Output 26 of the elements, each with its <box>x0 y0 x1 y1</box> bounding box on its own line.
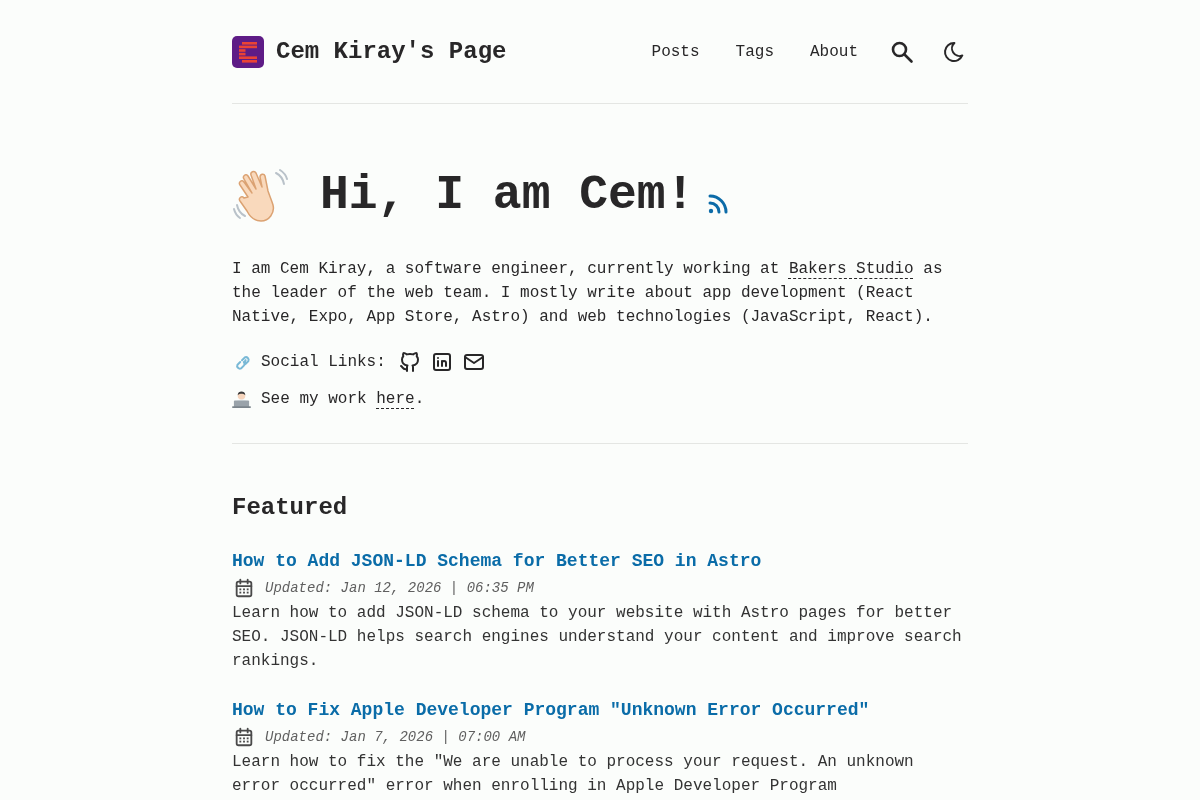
nav-link[interactable]: Tags <box>735 40 774 64</box>
post-title-link[interactable]: How to Add JSON-LD Schema for Better SEO in Astro <box>232 547 968 575</box>
intro-paragraph: I am Cem Kiray, a software engineer, currently working at Bakers Studio as the leader of the web team. I mostly write about app development (React Native, Expo, App Store, Astro) and web technologies (JavaScript, React). <box>232 259 944 328</box>
site-title[interactable]: Cem Kiray's Page <box>276 36 507 68</box>
section-heading: Featured <box>232 493 349 523</box>
post-description: Learn how to add JSON-LD schema to your website with Astro pages for better SEO. JSON-LD helps search engines understand your content and improve search rankings. <box>232 603 963 672</box>
search-icon[interactable] <box>890 40 914 64</box>
post-date: Updated: Jan 12, 2026 | 06:35 PM <box>265 579 534 598</box>
calendar-icon <box>233 726 255 748</box>
calendar-icon <box>233 577 255 599</box>
work-note: See my work here. <box>261 389 425 410</box>
work-link[interactable]: here <box>376 390 415 408</box>
waving-hand-icon <box>232 167 288 223</box>
post-description: Learn how to fix the "We are unable to process your request. An unknown error occurred" error when enrolling in Apple Developer Program <box>232 752 915 797</box>
post-date: Updated: Jan 7, 2026 | 07:00 AM <box>265 728 526 747</box>
nav-link[interactable]: Posts <box>651 40 700 64</box>
github-icon[interactable] <box>397 350 422 374</box>
logo-icon[interactable] <box>232 36 264 68</box>
company-link[interactable]: Bakers Studio <box>788 260 914 278</box>
nav-link[interactable]: About <box>810 40 858 64</box>
rss-icon[interactable] <box>706 192 729 214</box>
person-at-laptop-icon <box>232 389 251 409</box>
social-links-label: Social Links: <box>261 352 386 373</box>
post-title-link[interactable]: How to Fix Apple Developer Program "Unknown Error Occurred" <box>232 696 968 724</box>
moon-icon[interactable] <box>942 40 966 64</box>
hero-title: Hi, I am Cem! <box>320 167 695 224</box>
